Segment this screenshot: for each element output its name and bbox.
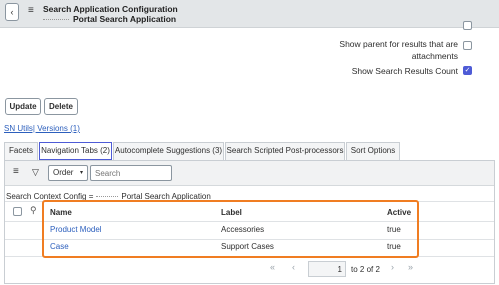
show-parent-label-line1: Show parent for results that are bbox=[339, 39, 458, 49]
redacted-text bbox=[43, 19, 69, 21]
hamburger-menu-icon[interactable]: ≡ bbox=[28, 6, 34, 16]
page-number-input[interactable]: 1 bbox=[308, 261, 346, 277]
show-parent-label: Show parent for results that are attachm… bbox=[300, 39, 458, 61]
filter-icon[interactable]: ▽ bbox=[32, 167, 39, 178]
list-menu-icon[interactable]: ≡ bbox=[13, 166, 19, 177]
tab-autocomplete-suggestions[interactable]: Autocomplete Suggestions (3) bbox=[113, 142, 224, 160]
header-title: Search Application Configuration bbox=[43, 4, 178, 14]
tab-facets[interactable]: Facets bbox=[4, 142, 38, 160]
form-header: ‹ ≡ Search Application Configuration Por… bbox=[0, 0, 499, 28]
search-icon[interactable]: ⚲ bbox=[30, 205, 37, 216]
tab-sort-options[interactable]: Sort Options bbox=[346, 142, 400, 160]
last-page-icon[interactable]: » bbox=[408, 262, 413, 272]
show-parent-checkbox[interactable] bbox=[463, 41, 472, 50]
search-field-select[interactable]: Order ▾ bbox=[48, 165, 88, 181]
top-checkbox[interactable] bbox=[463, 21, 472, 30]
search-field-select-value: Order bbox=[53, 168, 74, 177]
previous-page-icon[interactable]: ‹ bbox=[292, 262, 295, 272]
show-count-label: Show Search Results Count bbox=[351, 66, 458, 76]
tab-search-scripted-post-processors[interactable]: Search Scripted Post-processors bbox=[225, 142, 345, 160]
related-links[interactable]: SN Utils| Versions (1) bbox=[4, 124, 80, 133]
page-number-value: 1 bbox=[337, 265, 342, 274]
highlight-annotation-box bbox=[42, 200, 419, 258]
header-subtitle: Portal Search Application bbox=[43, 14, 176, 24]
chevron-left-icon: ‹ bbox=[10, 7, 14, 17]
header-subtitle-text: Portal Search Application bbox=[73, 14, 177, 24]
pager-range: to 2 of 2 bbox=[351, 265, 380, 274]
first-page-icon[interactable]: « bbox=[270, 262, 275, 272]
tab-navigation-tabs[interactable]: Navigation Tabs (2) bbox=[39, 142, 112, 160]
show-count-checkbox[interactable]: ✓ bbox=[463, 66, 472, 75]
list-toolbar: ≡ ▽ Order ▾ bbox=[5, 161, 494, 186]
update-button[interactable]: Update bbox=[5, 98, 41, 115]
delete-button[interactable]: Delete bbox=[44, 98, 78, 115]
search-input[interactable] bbox=[90, 165, 172, 181]
redacted-text bbox=[96, 196, 119, 198]
select-all-checkbox[interactable] bbox=[13, 207, 22, 216]
dropdown-caret-icon: ▾ bbox=[79, 170, 83, 176]
next-page-icon[interactable]: › bbox=[391, 262, 394, 272]
show-parent-label-line2: attachments bbox=[411, 51, 458, 61]
back-button[interactable]: ‹ bbox=[5, 3, 19, 21]
